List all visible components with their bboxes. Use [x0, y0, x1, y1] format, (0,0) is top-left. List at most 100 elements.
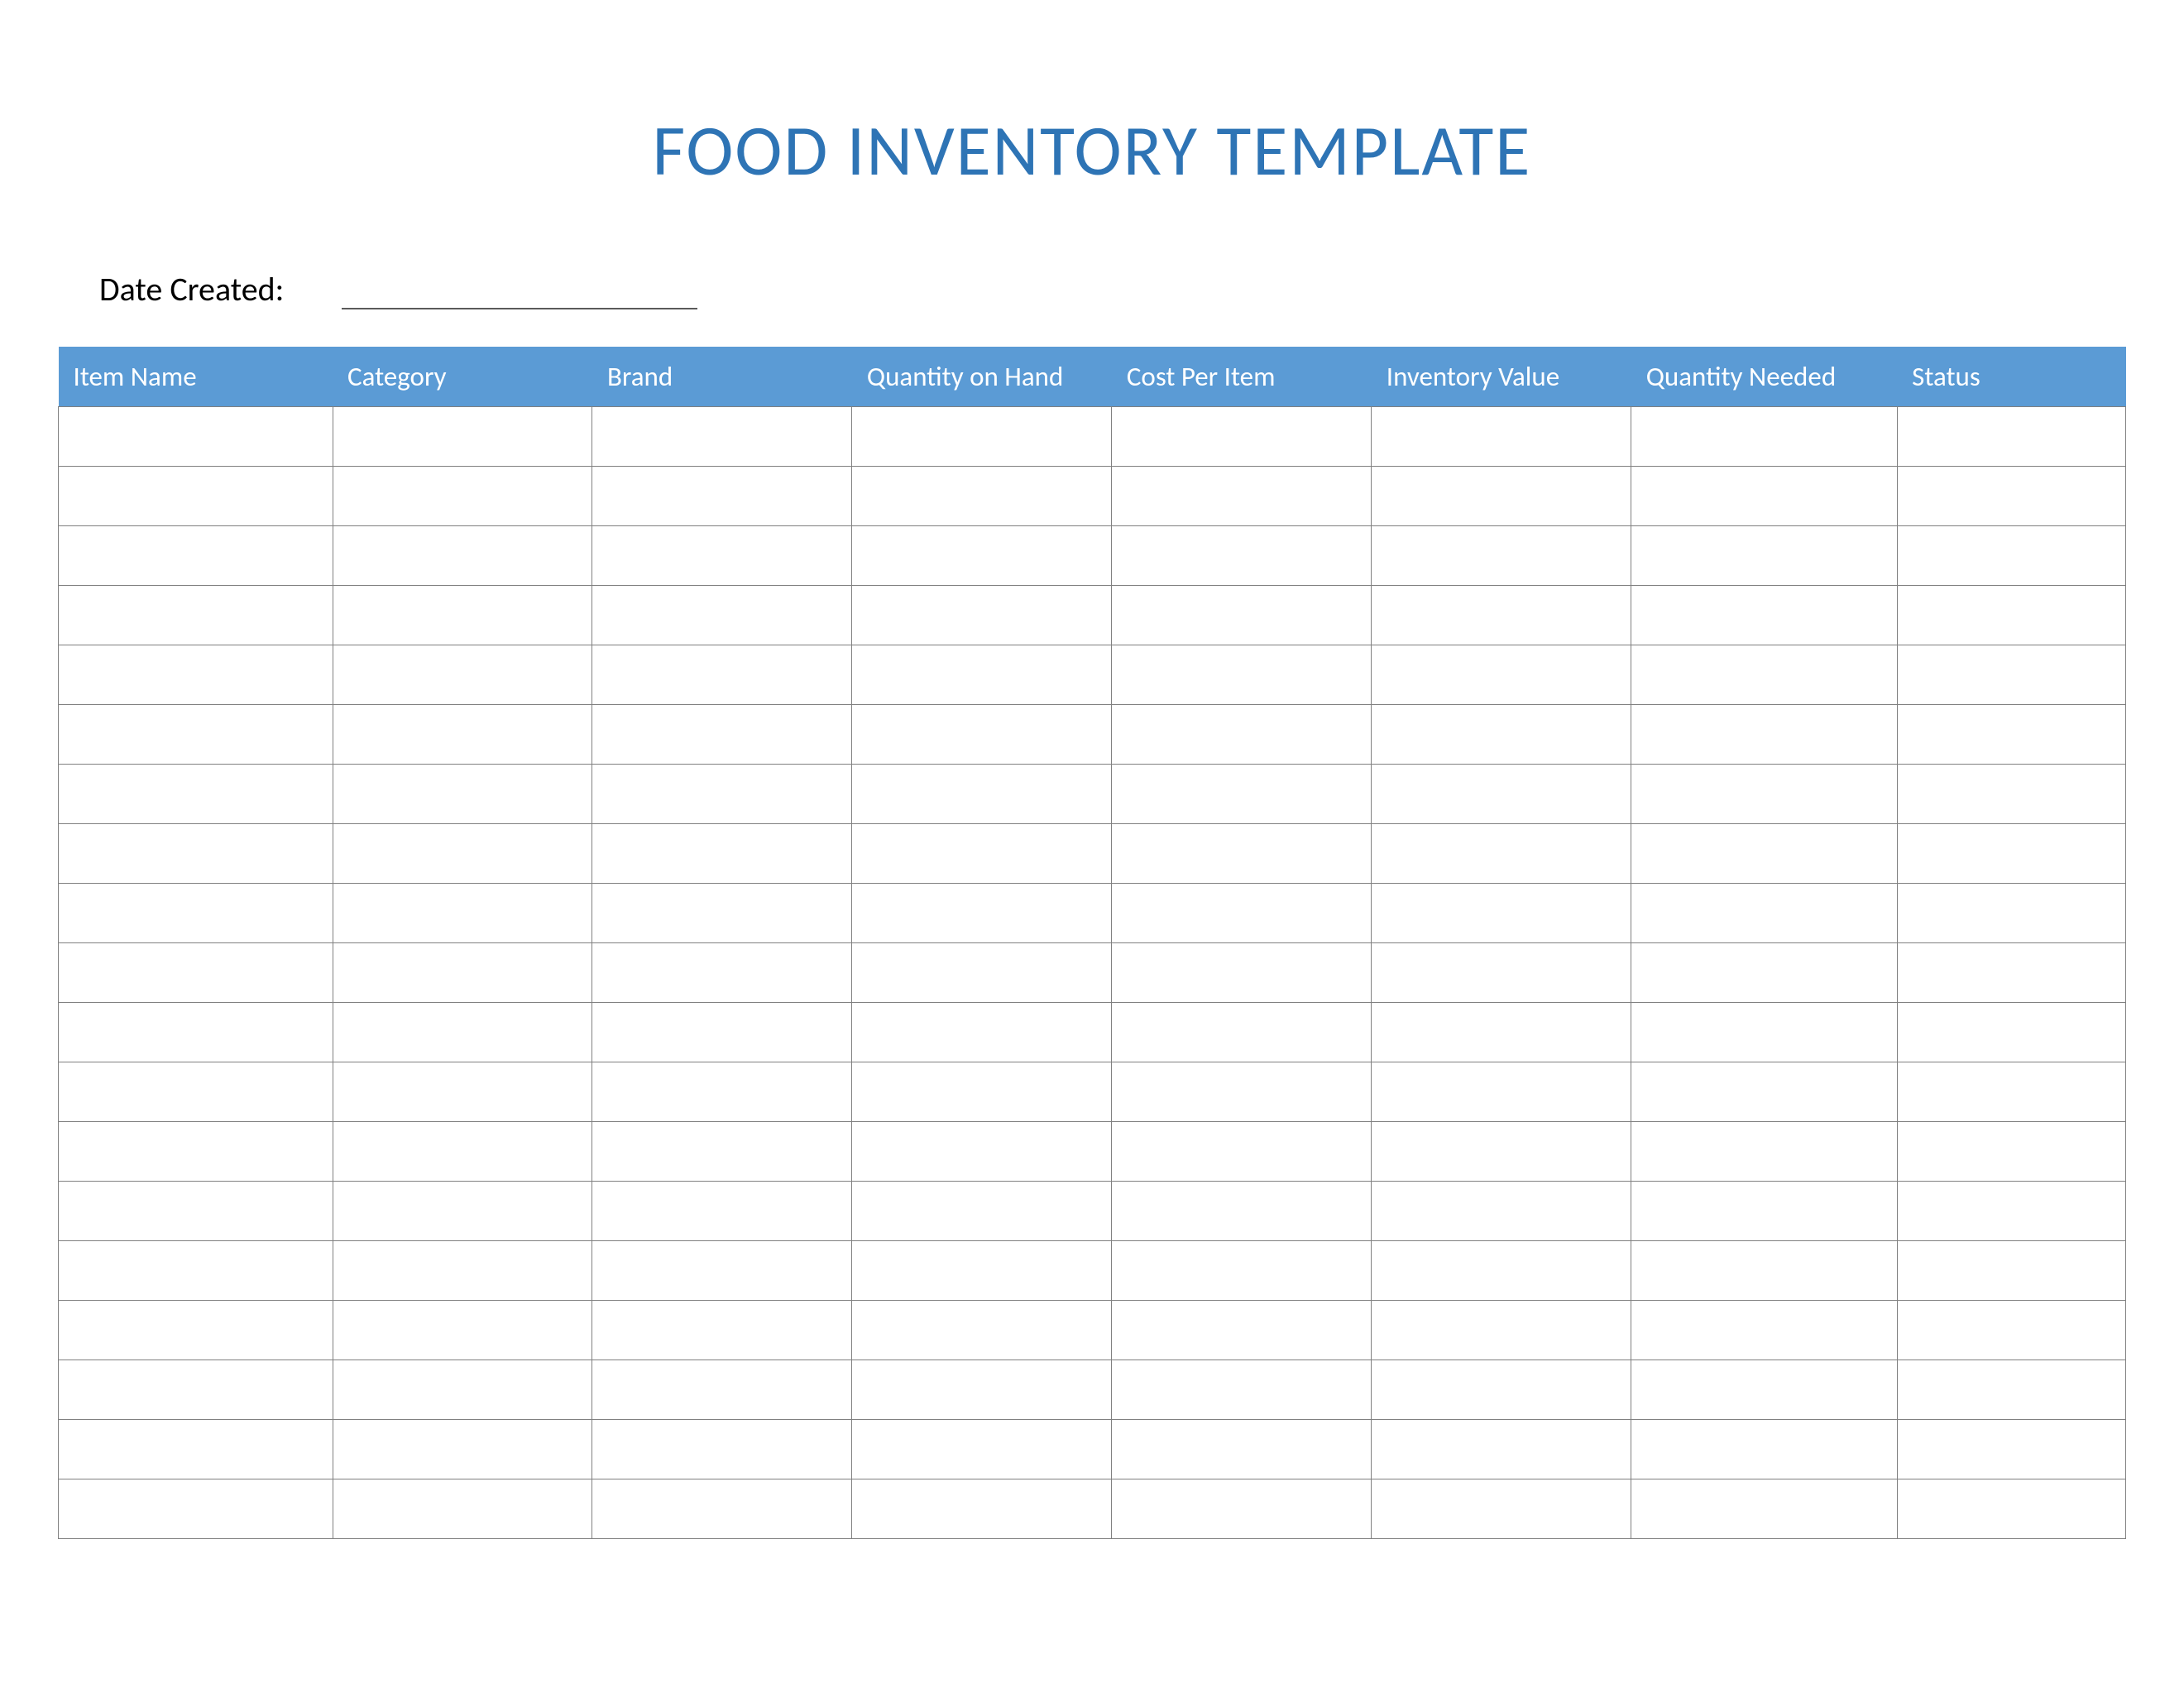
cell-status[interactable]	[1897, 1182, 2125, 1241]
cell-quantity-needed[interactable]	[1631, 765, 1897, 824]
cell-quantity-needed[interactable]	[1631, 407, 1897, 467]
cell-quantity-on-hand[interactable]	[852, 1241, 1112, 1301]
cell-category[interactable]	[333, 824, 592, 884]
cell-brand[interactable]	[592, 407, 852, 467]
cell-status[interactable]	[1897, 1062, 2125, 1122]
cell-brand[interactable]	[592, 467, 852, 526]
cell-cost-per-item[interactable]	[1112, 407, 1372, 467]
cell-brand[interactable]	[592, 1122, 852, 1182]
cell-inventory-value[interactable]	[1372, 1360, 1631, 1420]
cell-cost-per-item[interactable]	[1112, 1182, 1372, 1241]
cell-cost-per-item[interactable]	[1112, 705, 1372, 765]
cell-item-name[interactable]	[59, 765, 333, 824]
cell-status[interactable]	[1897, 1360, 2125, 1420]
cell-quantity-needed[interactable]	[1631, 586, 1897, 645]
cell-brand[interactable]	[592, 1182, 852, 1241]
cell-quantity-needed[interactable]	[1631, 824, 1897, 884]
cell-category[interactable]	[333, 1301, 592, 1360]
cell-category[interactable]	[333, 407, 592, 467]
cell-brand[interactable]	[592, 884, 852, 943]
cell-category[interactable]	[333, 1182, 592, 1241]
cell-item-name[interactable]	[59, 1420, 333, 1479]
cell-brand[interactable]	[592, 1360, 852, 1420]
cell-inventory-value[interactable]	[1372, 824, 1631, 884]
cell-quantity-on-hand[interactable]	[852, 1420, 1112, 1479]
cell-quantity-on-hand[interactable]	[852, 1182, 1112, 1241]
cell-cost-per-item[interactable]	[1112, 1301, 1372, 1360]
cell-status[interactable]	[1897, 1301, 2125, 1360]
cell-brand[interactable]	[592, 645, 852, 705]
cell-cost-per-item[interactable]	[1112, 1360, 1372, 1420]
cell-quantity-needed[interactable]	[1631, 526, 1897, 586]
cell-category[interactable]	[333, 1360, 592, 1420]
cell-brand[interactable]	[592, 1062, 852, 1122]
cell-quantity-on-hand[interactable]	[852, 884, 1112, 943]
cell-cost-per-item[interactable]	[1112, 765, 1372, 824]
cell-quantity-on-hand[interactable]	[852, 1122, 1112, 1182]
cell-quantity-needed[interactable]	[1631, 705, 1897, 765]
cell-status[interactable]	[1897, 1122, 2125, 1182]
cell-status[interactable]	[1897, 1241, 2125, 1301]
cell-category[interactable]	[333, 705, 592, 765]
cell-status[interactable]	[1897, 943, 2125, 1003]
cell-inventory-value[interactable]	[1372, 943, 1631, 1003]
cell-inventory-value[interactable]	[1372, 705, 1631, 765]
cell-item-name[interactable]	[59, 884, 333, 943]
cell-quantity-needed[interactable]	[1631, 884, 1897, 943]
cell-quantity-needed[interactable]	[1631, 1122, 1897, 1182]
cell-item-name[interactable]	[59, 1360, 333, 1420]
cell-quantity-on-hand[interactable]	[852, 1062, 1112, 1122]
cell-status[interactable]	[1897, 645, 2125, 705]
cell-brand[interactable]	[592, 1003, 852, 1062]
cell-brand[interactable]	[592, 765, 852, 824]
cell-item-name[interactable]	[59, 1241, 333, 1301]
cell-brand[interactable]	[592, 1479, 852, 1539]
cell-inventory-value[interactable]	[1372, 884, 1631, 943]
cell-category[interactable]	[333, 467, 592, 526]
cell-cost-per-item[interactable]	[1112, 1420, 1372, 1479]
cell-status[interactable]	[1897, 407, 2125, 467]
cell-item-name[interactable]	[59, 1062, 333, 1122]
cell-status[interactable]	[1897, 467, 2125, 526]
cell-cost-per-item[interactable]	[1112, 1003, 1372, 1062]
cell-category[interactable]	[333, 1003, 592, 1062]
cell-inventory-value[interactable]	[1372, 407, 1631, 467]
cell-inventory-value[interactable]	[1372, 1420, 1631, 1479]
cell-quantity-on-hand[interactable]	[852, 586, 1112, 645]
cell-status[interactable]	[1897, 1003, 2125, 1062]
cell-cost-per-item[interactable]	[1112, 943, 1372, 1003]
cell-inventory-value[interactable]	[1372, 765, 1631, 824]
cell-quantity-needed[interactable]	[1631, 1479, 1897, 1539]
cell-quantity-on-hand[interactable]	[852, 1003, 1112, 1062]
cell-cost-per-item[interactable]	[1112, 1241, 1372, 1301]
cell-category[interactable]	[333, 586, 592, 645]
cell-category[interactable]	[333, 1420, 592, 1479]
cell-item-name[interactable]	[59, 1182, 333, 1241]
cell-quantity-on-hand[interactable]	[852, 526, 1112, 586]
cell-inventory-value[interactable]	[1372, 467, 1631, 526]
cell-quantity-needed[interactable]	[1631, 1360, 1897, 1420]
cell-inventory-value[interactable]	[1372, 1122, 1631, 1182]
cell-category[interactable]	[333, 1241, 592, 1301]
cell-cost-per-item[interactable]	[1112, 1122, 1372, 1182]
cell-cost-per-item[interactable]	[1112, 1479, 1372, 1539]
cell-brand[interactable]	[592, 943, 852, 1003]
cell-brand[interactable]	[592, 824, 852, 884]
cell-brand[interactable]	[592, 1301, 852, 1360]
cell-quantity-needed[interactable]	[1631, 645, 1897, 705]
cell-category[interactable]	[333, 1122, 592, 1182]
cell-quantity-needed[interactable]	[1631, 1003, 1897, 1062]
cell-cost-per-item[interactable]	[1112, 645, 1372, 705]
cell-status[interactable]	[1897, 526, 2125, 586]
cell-cost-per-item[interactable]	[1112, 1062, 1372, 1122]
cell-item-name[interactable]	[59, 1479, 333, 1539]
cell-quantity-needed[interactable]	[1631, 1420, 1897, 1479]
cell-item-name[interactable]	[59, 1003, 333, 1062]
cell-category[interactable]	[333, 765, 592, 824]
cell-item-name[interactable]	[59, 1301, 333, 1360]
cell-quantity-needed[interactable]	[1631, 1301, 1897, 1360]
cell-quantity-on-hand[interactable]	[852, 467, 1112, 526]
cell-quantity-on-hand[interactable]	[852, 824, 1112, 884]
cell-cost-per-item[interactable]	[1112, 884, 1372, 943]
cell-inventory-value[interactable]	[1372, 645, 1631, 705]
